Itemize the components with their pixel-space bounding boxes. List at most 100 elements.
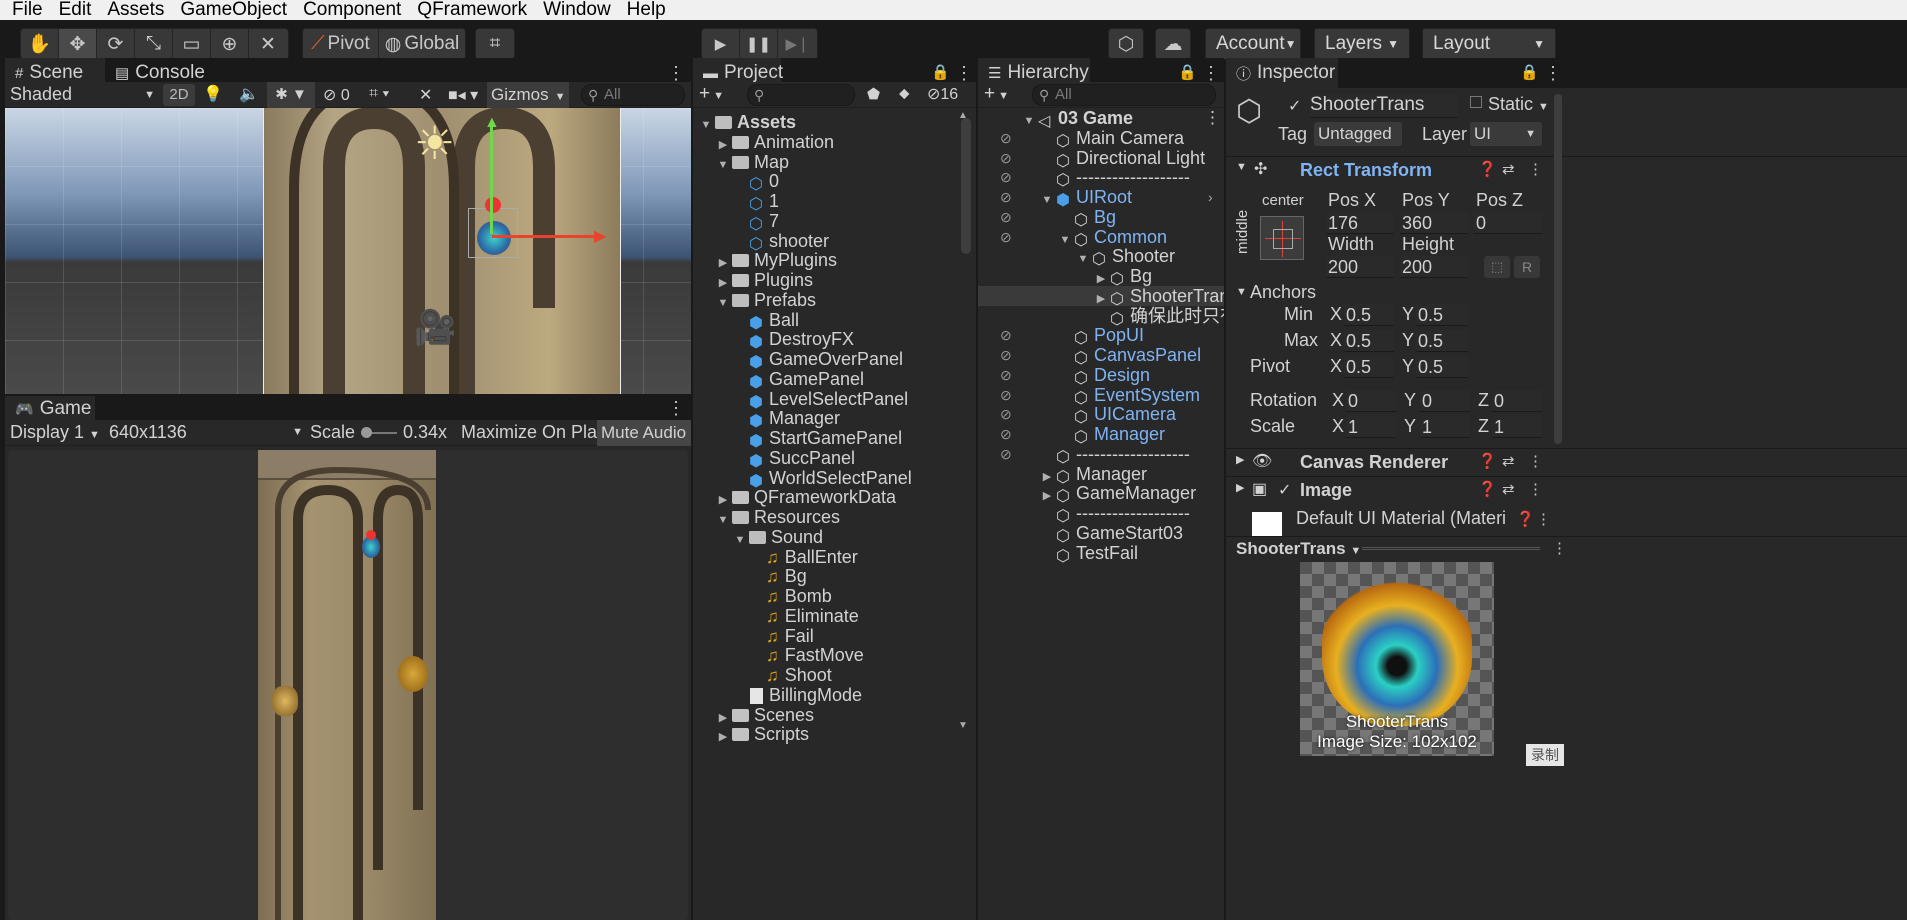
menu-item-file[interactable]: File <box>0 0 51 20</box>
hierarchy-item[interactable]: ⬡ Manager <box>1058 424 1165 446</box>
filter-label-icon[interactable]: ⬥ <box>899 85 910 102</box>
hand-tool-icon[interactable]: ✋ <box>21 29 59 59</box>
min-x-field[interactable]: 0.5 <box>1344 304 1394 326</box>
project-item[interactable]: ⬢ GamePanel <box>733 369 864 391</box>
project-item[interactable]: ⬡ shooter <box>733 231 829 253</box>
menu-item-component[interactable]: Component <box>295 0 409 20</box>
visibility-hidden-icon[interactable]: ⊘ <box>1000 227 1012 247</box>
inspector-scrollbar[interactable] <box>1554 94 1562 444</box>
project-item[interactable]: ⬢ DestroyFX <box>733 329 854 351</box>
scroll-down-icon[interactable]: ▼ <box>958 720 968 731</box>
hierarchy-item[interactable]: ⬡ GameStart03 <box>1040 523 1183 545</box>
pivot-button[interactable]: ⟋ Pivot <box>303 29 379 59</box>
create-button[interactable]: + ▼ <box>699 83 724 105</box>
help-icon[interactable]: ❓ <box>1516 510 1535 528</box>
hierarchy-item[interactable]: ⬡ Bg <box>1058 207 1116 229</box>
display-dropdown[interactable]: Display 1 ▼ <box>10 422 106 443</box>
pivot-y-field[interactable]: 0.5 <box>1416 356 1468 378</box>
project-item[interactable]: ⬢ StartGamePanel <box>733 428 902 450</box>
project-item[interactable]: BillingMode <box>733 685 862 705</box>
hierarchy-item[interactable]: ⬡ EventSystem <box>1058 385 1200 407</box>
effects-toggle[interactable]: ✱ ▼ <box>267 82 315 108</box>
project-item[interactable]: ▼ Assets <box>699 112 797 132</box>
project-item[interactable]: ⬡ 7 <box>733 211 779 233</box>
visibility-hidden-icon[interactable]: ⊘ <box>1000 148 1012 168</box>
rect-transform-header[interactable]: ▼ ✣ Rect Transform ❓ ⇄ ⋮ <box>1226 156 1907 182</box>
project-item[interactable]: ♫ Shoot <box>750 665 832 685</box>
resolution-dropdown[interactable]: 640x1136 ▼ <box>109 422 303 443</box>
visibility-hidden-icon[interactable]: ⊘ <box>1000 385 1012 405</box>
project-item[interactable]: ♫ FastMove <box>750 645 864 665</box>
audio-icon[interactable]: 🔈 <box>239 84 259 104</box>
chevron-down-icon[interactable]: ▼ <box>1076 249 1090 269</box>
visibility-hidden-icon[interactable]: ⊘ <box>1000 345 1012 365</box>
scale-x-field[interactable]: 1 <box>1346 416 1396 438</box>
image-enabled-checkbox[interactable]: ✓ <box>1278 480 1291 500</box>
hierarchy-item[interactable]: ▼ ⬡ Shooter <box>1076 246 1176 269</box>
visibility-hidden-icon[interactable]: ⊘ <box>1000 424 1012 444</box>
static-dropdown[interactable]: Static ▼ <box>1488 94 1549 115</box>
pos-y-field[interactable]: 360 <box>1400 212 1468 234</box>
project-item[interactable]: ▼ Resources <box>716 507 841 527</box>
project-scrollbar[interactable] <box>961 118 971 254</box>
project-item[interactable]: ⬢ LevelSelectPanel <box>733 389 908 411</box>
height-field[interactable]: 200 <box>1400 256 1468 278</box>
visibility-hidden-icon[interactable]: ⊘ <box>1000 167 1012 187</box>
hierarchy-item[interactable]: ⬡ Main Camera <box>1040 128 1184 150</box>
anchor-preset-button[interactable] <box>1260 216 1304 260</box>
hierarchy-item[interactable]: ⬡ Directional Light <box>1040 148 1205 170</box>
hierarchy-item[interactable]: ⬡ TestFail <box>1040 543 1138 565</box>
hierarchy-item[interactable]: ▶ ⬡ GameManager <box>1040 483 1196 505</box>
mute-audio-toggle[interactable]: Mute Audio <box>597 420 691 446</box>
project-item[interactable]: ♫ Fail <box>750 626 814 646</box>
rot-x-field[interactable]: 0 <box>1346 390 1396 412</box>
canvas-renderer-header[interactable]: ▶ 👁 Canvas Renderer ❓ ⇄ ⋮ <box>1226 448 1907 474</box>
cloud-icon[interactable]: ☁ <box>1156 29 1190 59</box>
kebab-menu-icon[interactable]: ⋮ <box>1204 108 1221 128</box>
visibility-hidden-icon[interactable]: ⊘ <box>1000 444 1012 464</box>
max-y-field[interactable]: 0.5 <box>1416 330 1468 352</box>
grid-toggle-icon[interactable]: ⌗ ▾ <box>369 85 389 103</box>
hierarchy-item[interactable]: ▶⬡ShooterTrans <box>1094 286 1224 308</box>
width-field[interactable]: 200 <box>1326 256 1394 278</box>
kebab-menu-icon[interactable]: ⋮ <box>1528 480 1543 498</box>
menu-item-help[interactable]: Help <box>619 0 674 20</box>
chevron-down-icon[interactable]: ▼ <box>1040 190 1054 210</box>
project-item[interactable]: ▶ MyPlugins <box>716 250 837 270</box>
project-item[interactable]: ⬡ 0 <box>733 171 779 193</box>
chevron-down-icon[interactable]: ▼ <box>716 293 730 313</box>
preview-dropdown[interactable]: ShooterTrans ▼ <box>1236 539 1361 559</box>
filter-type-icon[interactable]: ⬟ <box>867 85 880 103</box>
hierarchy-item[interactable]: ⬡ PopUI <box>1058 325 1144 347</box>
hierarchy-item[interactable]: ⬡ UICamera <box>1058 404 1176 426</box>
visibility-hidden-icon[interactable]: ⊘ <box>1000 187 1012 207</box>
maximize-on-play-toggle[interactable]: Maximize On Play <box>461 422 606 443</box>
kebab-menu-icon[interactable]: ⋮ <box>955 63 973 84</box>
project-item[interactable]: ⬡ 1 <box>733 191 779 213</box>
hierarchy-item[interactable]: ▶ ⬡ Manager <box>1040 464 1147 486</box>
open-prefab-icon[interactable]: › <box>1208 187 1213 207</box>
rect-tool-icon[interactable]: ▭ <box>173 29 211 59</box>
project-item[interactable]: ♫ Eliminate <box>750 606 859 626</box>
project-item[interactable]: ▶ Scripts <box>716 724 809 744</box>
project-item[interactable]: ▶ Scenes <box>716 705 814 725</box>
max-x-field[interactable]: 0.5 <box>1344 330 1394 352</box>
project-item[interactable]: ♫ Bomb <box>750 586 832 606</box>
kebab-menu-icon[interactable]: ⋮ <box>667 398 685 419</box>
menu-item-window[interactable]: Window <box>535 0 619 20</box>
visibility-hidden-icon[interactable]: ⊘ <box>1000 365 1012 385</box>
project-item[interactable]: ⬢ Manager <box>733 408 840 430</box>
hierarchy-item[interactable]: ⬡ ------------------- <box>1040 444 1190 466</box>
project-item[interactable]: ⬢ GameOverPanel <box>733 349 903 371</box>
pivot-x-field[interactable]: 0.5 <box>1344 356 1394 378</box>
hierarchy-item[interactable]: ▼ ⬡ Common <box>1058 227 1167 249</box>
help-icon[interactable]: ❓ <box>1478 452 1497 470</box>
help-icon[interactable]: ❓ <box>1478 160 1497 178</box>
pos-x-field[interactable]: 176 <box>1326 212 1394 234</box>
hierarchy-item[interactable]: ⬡ ------------------- <box>1040 503 1190 525</box>
project-item[interactable]: ♫ Bg <box>750 566 807 586</box>
project-item[interactable]: ▶ QFrameworkData <box>716 487 896 507</box>
scale-y-field[interactable]: 1 <box>1420 416 1470 438</box>
chevron-down-icon[interactable]: ▼ <box>716 155 730 175</box>
shading-dropdown[interactable]: Shaded ▼ <box>10 84 155 106</box>
